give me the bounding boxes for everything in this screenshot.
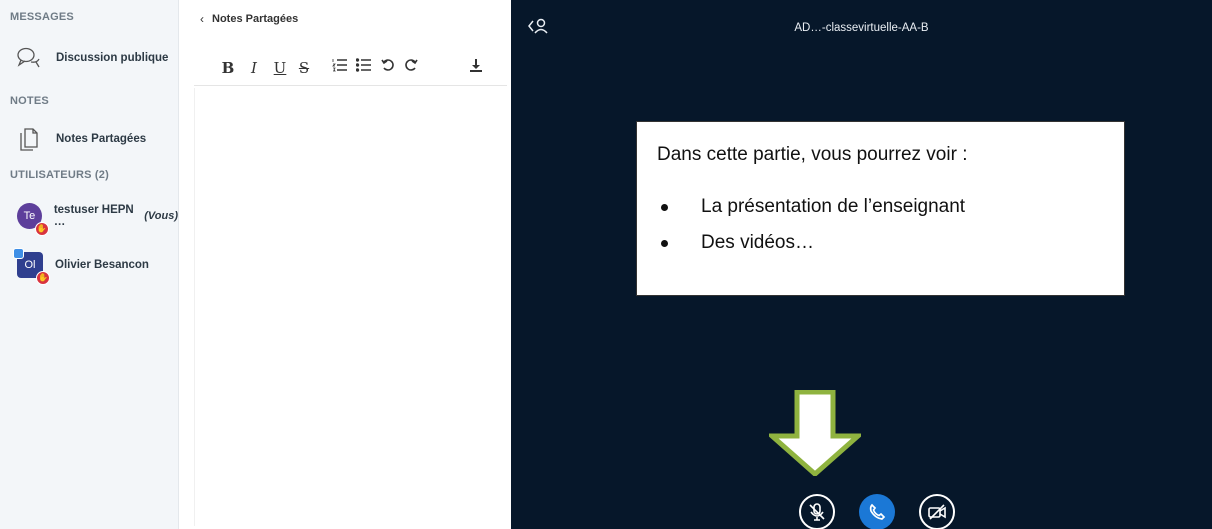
bold-button[interactable]: B xyxy=(219,58,237,78)
sidebar-item-label: Discussion publique xyxy=(56,52,169,64)
microphone-muted-icon xyxy=(809,503,825,521)
avatar: Te ✋ xyxy=(17,203,49,236)
shared-notes-panel: ‹ Notes Partagées B I U S xyxy=(179,0,511,529)
user-list-item[interactable]: Te ✋ testuser HEPN … (Vous) xyxy=(0,199,178,236)
user-name: testuser HEPN … xyxy=(53,204,134,228)
camera-off-icon xyxy=(928,504,946,520)
raised-hand-icon: ✋ xyxy=(36,271,50,285)
avatar-initials: Te xyxy=(23,210,36,222)
documents-icon xyxy=(17,127,41,151)
sidebar-item-public-chat[interactable]: Discussion publique xyxy=(0,41,178,75)
raised-hand-icon: ✋ xyxy=(34,222,49,236)
phone-icon xyxy=(869,503,886,520)
user-name: Olivier Besancon xyxy=(55,259,149,271)
avatar: Ol ✋ xyxy=(13,248,50,285)
app-window: MESSAGES Discussion publique NOTES Notes… xyxy=(0,0,1212,529)
ordered-list-icon[interactable] xyxy=(331,58,349,78)
unmute-microphone-button[interactable] xyxy=(799,494,835,529)
callout-heading: Dans cette partie, vous pourrez voir : xyxy=(657,144,968,165)
bullet-icon xyxy=(661,239,668,247)
presenter-icon xyxy=(13,248,24,259)
share-webcam-button[interactable] xyxy=(919,494,955,529)
down-arrow-icon xyxy=(769,390,861,476)
notes-title: Notes Partagées xyxy=(212,13,299,25)
notes-section-title: NOTES xyxy=(10,95,49,107)
chevron-left-icon: ‹ xyxy=(200,12,204,26)
italic-button[interactable]: I xyxy=(245,58,263,78)
sidebar-item-shared-notes[interactable]: Notes Partagées xyxy=(0,122,178,156)
chat-bubbles-icon xyxy=(17,46,41,70)
list-item-text: La présentation de l’enseignant xyxy=(701,196,966,217)
presentation-area: AD…-classevirtuelle-AA-B Dans cette part… xyxy=(511,0,1212,529)
underline-button[interactable]: U xyxy=(271,58,289,78)
sidebar: MESSAGES Discussion publique NOTES Notes… xyxy=(0,0,179,529)
strikethrough-button[interactable]: S xyxy=(295,58,313,78)
editor-toolbar: B I U S xyxy=(194,56,507,86)
notes-editor-area[interactable] xyxy=(194,88,507,526)
sidebar-item-label: Notes Partagées xyxy=(56,133,147,145)
list-item: Des vidéos… xyxy=(657,232,1104,254)
bullet-list-icon[interactable] xyxy=(355,58,373,78)
callout-list: La présentation de l’enseignant Des vidé… xyxy=(657,196,1104,254)
messages-section-title: MESSAGES xyxy=(10,11,74,23)
users-section-title: UTILISATEURS (2) xyxy=(10,169,109,181)
redo-icon[interactable] xyxy=(402,58,420,78)
notes-back-button[interactable]: ‹ Notes Partagées xyxy=(200,12,298,26)
undo-icon[interactable] xyxy=(379,58,397,78)
list-item: La présentation de l’enseignant xyxy=(657,196,1104,218)
user-list-item[interactable]: Ol ✋ Olivier Besancon xyxy=(0,248,178,285)
meeting-title: AD…-classevirtuelle-AA-B xyxy=(794,22,929,34)
user-you-label: (Vous) xyxy=(144,210,178,222)
avatar-initials: Ol xyxy=(24,259,36,271)
leave-audio-button[interactable] xyxy=(859,494,895,529)
download-icon[interactable] xyxy=(467,58,485,78)
info-callout: Dans cette partie, vous pourrez voir : L… xyxy=(636,121,1125,296)
bullet-icon xyxy=(661,203,668,211)
list-item-text: Des vidéos… xyxy=(701,232,814,253)
